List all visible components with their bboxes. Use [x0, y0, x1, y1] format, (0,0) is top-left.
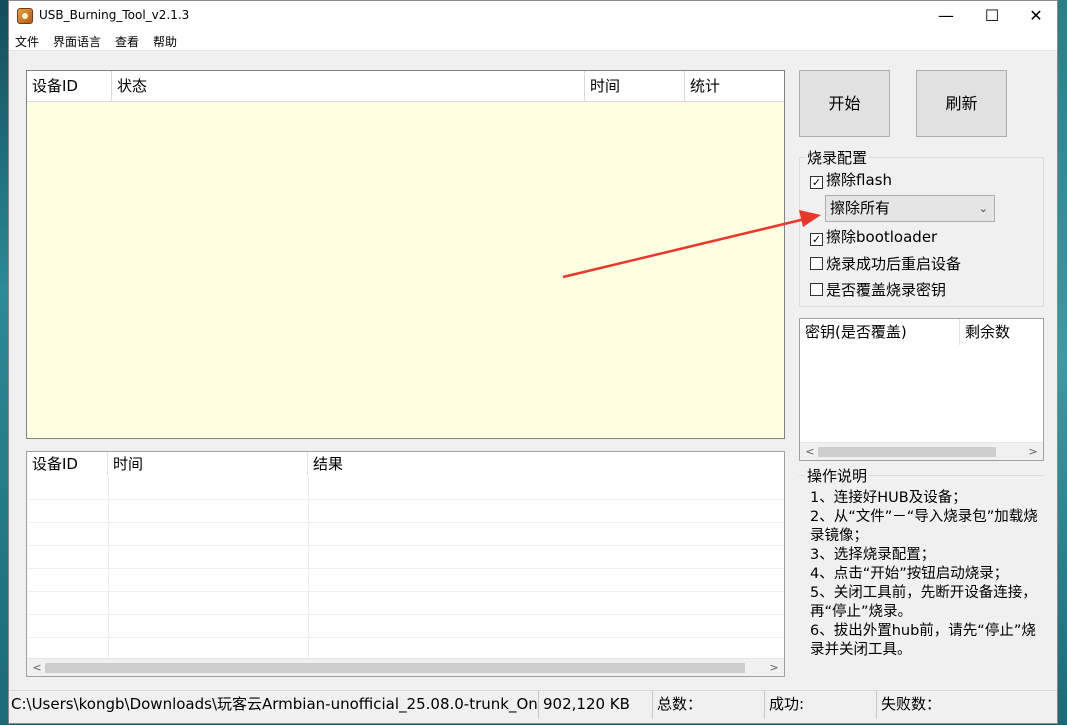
instruction-line: 5、关闭工具前，先断开设备连接，再“停止”烧录。	[810, 585, 1037, 620]
maximize-button[interactable]: ☐	[969, 1, 1015, 31]
app-icon	[17, 8, 33, 24]
erase-flash-label: 擦除flash	[826, 171, 892, 189]
chevron-down-icon: ⌄	[978, 202, 988, 215]
status-total: 总数：	[655, 691, 765, 719]
key-list-scrollbar[interactable]: < >	[800, 442, 1043, 460]
device-list[interactable]: 设备ID 状态 时间 统计	[26, 70, 785, 439]
column-time[interactable]: 时间	[585, 71, 685, 102]
grid-line	[27, 499, 784, 500]
desktop-background-right	[1058, 0, 1067, 724]
checkbox-checked-icon: ✓	[810, 233, 823, 246]
app-window: USB_Burning_Tool_v2.1.3 — ☐ ✕ 文件 界面语言 查看…	[8, 0, 1058, 724]
scroll-right-icon[interactable]: >	[1025, 444, 1041, 460]
erase-bootloader-label: 擦除bootloader	[826, 228, 938, 246]
grid-line	[27, 568, 784, 569]
burn-config-title: 烧录配置	[805, 147, 870, 168]
scrollbar-thumb[interactable]	[818, 447, 996, 457]
checkbox-unchecked-icon	[810, 283, 823, 296]
erase-mode-value: 擦除所有	[830, 199, 891, 217]
column-result-time[interactable]: 时间	[108, 452, 308, 477]
column-status[interactable]: 状态	[112, 71, 585, 102]
status-success: 成功:	[767, 691, 877, 719]
instruction-line: 1、连接好HUB及设备；	[810, 490, 967, 506]
instructions-text: 1、连接好HUB及设备； 2、从“文件”－“导入烧录包”加载烧录镜像； 3、选择…	[810, 489, 1042, 660]
overwrite-key-checkbox[interactable]: 是否覆盖烧录密钥	[810, 280, 946, 300]
column-stats[interactable]: 统计	[685, 71, 784, 102]
column-device-id[interactable]: 设备ID	[27, 71, 112, 102]
window-title: USB_Burning_Tool_v2.1.3	[39, 8, 190, 22]
status-image-path: C:\Users\kongb\Downloads\玩客云Armbian-unof…	[9, 691, 539, 719]
erase-bootloader-checkbox[interactable]: ✓ 擦除bootloader	[810, 227, 937, 247]
reboot-after-label: 烧录成功后重启设备	[826, 255, 962, 273]
erase-flash-checkbox[interactable]: ✓ 擦除flash	[810, 170, 892, 190]
scroll-left-icon[interactable]: <	[802, 444, 818, 460]
menu-view[interactable]: 查看	[115, 33, 139, 50]
instruction-line: 4、点击“开始”按钮启动烧录；	[810, 566, 1009, 582]
grid-line	[27, 637, 784, 638]
device-list-header: 设备ID 状态 时间 统计	[27, 71, 784, 102]
instruction-line: 3、选择烧录配置；	[810, 547, 936, 563]
menu-language[interactable]: 界面语言	[53, 33, 101, 50]
menu-file[interactable]: 文件	[15, 33, 39, 50]
checkbox-checked-icon: ✓	[810, 176, 823, 189]
instructions-title: 操作说明	[805, 465, 870, 486]
overwrite-key-label: 是否覆盖烧录密钥	[826, 281, 947, 299]
status-image-size: 902,120 KB	[541, 691, 653, 719]
instruction-line: 2、从“文件”－“导入烧录包”加载烧录镜像；	[810, 509, 1038, 544]
grid-line	[108, 477, 109, 659]
start-button[interactable]: 开始	[799, 70, 890, 137]
key-list[interactable]: 密钥(是否覆盖) 剩余数 < >	[799, 318, 1044, 461]
erase-mode-select[interactable]: 擦除所有 ⌄	[825, 195, 995, 222]
status-bar: C:\Users\kongb\Downloads\玩客云Armbian-unof…	[9, 690, 1057, 719]
result-list-scrollbar[interactable]: < >	[27, 658, 784, 676]
close-button[interactable]: ✕	[1013, 1, 1059, 31]
minimize-button[interactable]: —	[923, 1, 969, 31]
status-failed: 失败数：	[881, 695, 942, 713]
title-bar[interactable]: USB_Burning_Tool_v2.1.3 — ☐ ✕	[9, 1, 1057, 31]
column-remaining[interactable]: 剩余数	[960, 319, 1043, 345]
grid-line	[27, 591, 784, 592]
column-result[interactable]: 结果	[308, 452, 784, 477]
scrollbar-thumb[interactable]	[45, 663, 745, 673]
desktop-background-left	[0, 0, 8, 724]
column-result-device-id[interactable]: 设备ID	[27, 452, 108, 477]
reboot-after-checkbox[interactable]: 烧录成功后重启设备	[810, 254, 961, 274]
checkbox-unchecked-icon	[810, 257, 823, 270]
grid-line	[27, 545, 784, 546]
instruction-line: 6、拔出外置hub前，请先“停止”烧录并关闭工具。	[810, 623, 1036, 658]
grid-line	[308, 477, 309, 659]
grid-line	[27, 614, 784, 615]
refresh-button[interactable]: 刷新	[916, 70, 1007, 137]
column-key[interactable]: 密钥(是否覆盖)	[800, 319, 960, 345]
menu-bar: 文件 界面语言 查看 帮助	[9, 31, 1057, 51]
result-list[interactable]: 设备ID 时间 结果 < >	[26, 451, 785, 677]
menu-help[interactable]: 帮助	[153, 33, 177, 50]
grid-line	[27, 522, 784, 523]
scroll-right-icon[interactable]: >	[766, 660, 782, 676]
scroll-left-icon[interactable]: <	[29, 660, 45, 676]
